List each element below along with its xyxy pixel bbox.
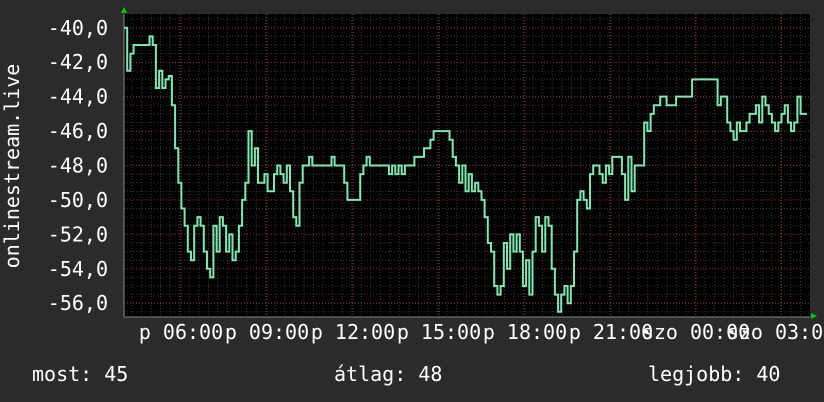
x-axis-ticks: p 06:00 p 09:00 p 12:00 p 15:00 p 18:00 p 21:… <box>139 320 824 344</box>
x-tick-label: p 09:00 <box>225 320 309 344</box>
y-tick-label: -54,0 <box>48 257 108 281</box>
y-axis-arrow <box>121 7 127 13</box>
y-tick-label: -42,0 <box>48 50 108 74</box>
y-tick-label: -50,0 <box>48 188 108 212</box>
chart-svg: -40,0 -42,0 -44,0 -46,0 -48,0 -50,0 -52,0 -54,0… <box>0 7 824 344</box>
x-tick-label: p 15:00 <box>397 320 481 344</box>
y-tick-label: -52,0 <box>48 222 108 246</box>
x-tick-label: p 18:00 <box>483 320 567 344</box>
y-tick-label: -44,0 <box>48 85 108 109</box>
current-value: most: 45 <box>32 362 129 386</box>
y-tick-label: -40,0 <box>48 16 108 40</box>
x-tick-label: szo 03:00 <box>727 320 824 344</box>
best-value: legjobb: 40 <box>648 362 781 386</box>
y-tick-label: -46,0 <box>48 119 108 143</box>
x-tick-label: p 12:00 <box>311 320 395 344</box>
y-tick-label: -56,0 <box>48 291 108 315</box>
x-axis-arrow <box>811 313 817 319</box>
y-axis-ticks: -40,0 -42,0 -44,0 -46,0 -48,0 -50,0 -52,0 -54,0… <box>48 16 108 315</box>
chart-container: -40,0 -42,0 -44,0 -46,0 -48,0 -50,0 -52,0 -54,0… <box>0 0 824 402</box>
x-tick-label: p 21:00 <box>569 320 653 344</box>
average-value: átlag: 48 <box>334 362 443 386</box>
y-axis-label: onlinestream.live <box>0 64 24 269</box>
x-tick-label: p 06:00 <box>139 320 223 344</box>
y-tick-label: -48,0 <box>48 154 108 178</box>
